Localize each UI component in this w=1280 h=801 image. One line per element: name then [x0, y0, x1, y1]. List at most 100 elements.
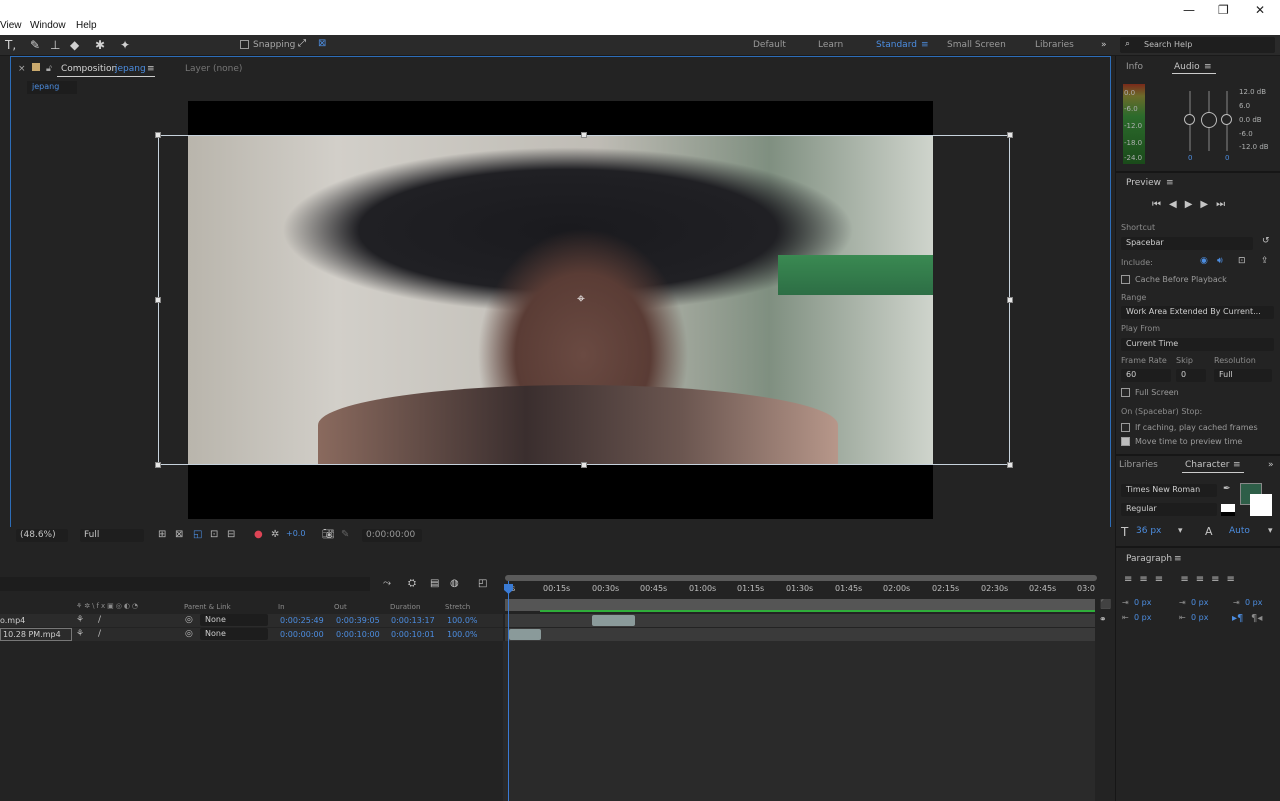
leading-value[interactable]: Auto: [1229, 526, 1250, 536]
font-size-chevron-icon[interactable]: ▾: [1178, 526, 1183, 536]
puppet-pin-icon[interactable]: ✦: [120, 38, 130, 52]
clone-stamp-icon[interactable]: ⊥: [50, 38, 60, 52]
lock-icon[interactable]: 🔓︎: [46, 64, 52, 74]
grid-options-icon[interactable]: ⊟: [227, 529, 235, 540]
workspace-learn[interactable]: Learn: [818, 40, 843, 50]
right-volume-slider[interactable]: [1221, 114, 1232, 125]
color-management-icon[interactable]: ✲: [271, 529, 279, 540]
snap-grid-icon[interactable]: ⊠: [318, 38, 326, 49]
mask-visibility-icon[interactable]: ◱: [193, 529, 202, 540]
draft-3d-icon[interactable]: ⛭: [408, 578, 416, 589]
close-tab-icon[interactable]: ×: [18, 64, 26, 74]
indent-first-value[interactable]: 0 px: [1191, 598, 1208, 607]
playback-controls-icon[interactable]: ⏮◀▶▶⏭: [1152, 199, 1233, 210]
quality-icon[interactable]: /: [98, 629, 101, 639]
layer-clip-bar[interactable]: [509, 629, 541, 640]
left-volume-slider[interactable]: [1184, 114, 1195, 125]
more-workspaces-icon[interactable]: »: [1101, 40, 1107, 50]
quality-icon[interactable]: /: [98, 615, 101, 625]
timeline-track-area[interactable]: [503, 641, 1095, 801]
shy-icon[interactable]: ⚘: [76, 629, 84, 639]
anchor-point-icon[interactable]: ⌖: [577, 291, 585, 307]
search-help-field[interactable]: ⌕ Search Help: [1120, 37, 1275, 53]
restore-icon[interactable]: ❐: [1218, 3, 1229, 17]
layer-name[interactable]: o.mp4: [0, 616, 25, 625]
include-overlays-icon[interactable]: ⊡: [1238, 256, 1246, 266]
space-after-value[interactable]: 0 px: [1191, 613, 1208, 622]
character-menu-icon[interactable]: ≡: [1233, 460, 1241, 470]
paragraph-align-icons[interactable]: ≡≡≡ ≡≡≡≡: [1124, 574, 1242, 585]
stretch-value[interactable]: 100.0%: [447, 630, 478, 639]
font-family-dropdown[interactable]: Times New Roman: [1121, 484, 1217, 497]
duration-value[interactable]: 0:00:10:01: [391, 630, 435, 639]
duration-value[interactable]: 0:00:13:17: [391, 616, 435, 625]
indent-left-value[interactable]: 0 px: [1134, 598, 1151, 607]
minimize-icon[interactable]: —: [1183, 3, 1195, 17]
comp-button-icon[interactable]: ⚭: [1099, 615, 1107, 625]
space-before-value[interactable]: 0 px: [1245, 598, 1262, 607]
if-caching-checkbox[interactable]: [1121, 423, 1130, 432]
stretch-value[interactable]: 100.0%: [447, 616, 478, 625]
eraser-tool-icon[interactable]: ◆: [70, 38, 79, 52]
move-time-checkbox[interactable]: [1121, 437, 1130, 446]
guides-icon[interactable]: ⊡: [210, 529, 218, 540]
reset-icon[interactable]: ↺: [1262, 236, 1270, 246]
work-area-bar[interactable]: [505, 575, 1097, 581]
graph-editor-icon[interactable]: ◰: [478, 578, 487, 589]
resolution-dropdown-preview[interactable]: Full: [1214, 369, 1272, 382]
panel-menu-icon[interactable]: ≡: [147, 64, 155, 74]
in-point[interactable]: 0:00:00:00: [280, 630, 324, 639]
tab-info[interactable]: Info: [1126, 62, 1143, 72]
pickwhip-icon[interactable]: ◎: [185, 629, 193, 639]
work-area-end-icon[interactable]: ⬛: [1100, 600, 1111, 610]
transform-handle-r[interactable]: [1007, 297, 1013, 303]
parent-dropdown[interactable]: None: [200, 628, 268, 640]
fill-white-icon[interactable]: [1221, 504, 1235, 512]
transform-handle-l[interactable]: [155, 297, 161, 303]
tab-composition[interactable]: Composition: [61, 64, 117, 74]
transform-handle-bl[interactable]: [155, 462, 161, 468]
region-of-interest-icon[interactable]: ⊞: [158, 529, 166, 540]
close-icon[interactable]: ✕: [1255, 3, 1265, 17]
right-volume-value[interactable]: 0: [1225, 154, 1229, 162]
current-time-indicator[interactable]: [508, 581, 509, 801]
motion-blur-icon[interactable]: ◍: [450, 578, 459, 589]
export-icon[interactable]: ⇪: [1261, 256, 1269, 266]
cache-before-checkbox[interactable]: [1121, 275, 1130, 284]
tab-audio[interactable]: Audio: [1174, 62, 1200, 72]
comp-flowchart-icon[interactable]: ⤳: [383, 578, 391, 589]
font-style-dropdown[interactable]: Regular: [1121, 503, 1217, 516]
left-volume-value[interactable]: 0: [1188, 154, 1192, 162]
composition-name[interactable]: jepang: [115, 64, 146, 74]
more-panels-icon[interactable]: »: [1268, 460, 1274, 470]
timeline-search-field[interactable]: [0, 577, 370, 591]
menu-window[interactable]: Window: [30, 20, 66, 31]
transform-handle-b[interactable]: [581, 462, 587, 468]
snap-icon[interactable]: ⤢: [298, 38, 306, 49]
transparency-grid-icon[interactable]: ⊠: [175, 529, 183, 540]
exposure-value[interactable]: +0.0: [286, 529, 305, 538]
skip-dropdown[interactable]: 0: [1176, 369, 1206, 382]
range-dropdown[interactable]: Work Area Extended By Current...: [1121, 306, 1274, 319]
menu-help[interactable]: Help: [76, 20, 97, 31]
preview-menu-icon[interactable]: ≡: [1166, 178, 1174, 188]
rtl-direction-icon[interactable]: ¶◂: [1251, 613, 1262, 624]
leading-chevron-icon[interactable]: ▾: [1268, 526, 1273, 536]
current-time-display[interactable]: 0:00:00:00: [362, 529, 422, 542]
brush-tool-icon[interactable]: ✎: [30, 38, 40, 52]
layer-clip-bar[interactable]: [592, 615, 635, 626]
out-point[interactable]: 0:00:10:00: [336, 630, 380, 639]
roto-brush-icon[interactable]: ✱: [95, 38, 105, 52]
master-volume-slider[interactable]: [1201, 112, 1217, 128]
include-audio-icon[interactable]: 🔊︎: [1217, 256, 1223, 266]
paragraph-menu-icon[interactable]: ≡: [1174, 554, 1182, 564]
pickwhip-icon[interactable]: ◎: [185, 615, 193, 625]
zoom-dropdown[interactable]: (48.6%): [16, 529, 68, 542]
color-channels-icon[interactable]: ●: [254, 529, 263, 540]
ltr-direction-icon[interactable]: ▸¶: [1232, 613, 1243, 624]
comp-breadcrumb[interactable]: jepang: [27, 81, 77, 94]
out-point[interactable]: 0:00:39:05: [336, 616, 380, 625]
indent-right-value[interactable]: 0 px: [1134, 613, 1151, 622]
shortcut-dropdown[interactable]: Spacebar: [1121, 237, 1253, 250]
shy-icon[interactable]: ⚘: [76, 615, 84, 625]
